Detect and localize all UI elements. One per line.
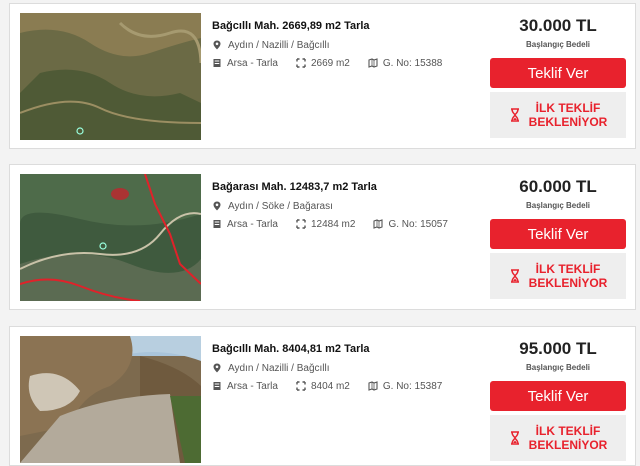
listing-price: 95.000 TL — [519, 339, 597, 358]
parcel-map-icon — [373, 219, 383, 229]
listing-type: Arsa - Tarla — [227, 57, 278, 69]
bid-button[interactable]: Teklif Ver — [490, 58, 626, 88]
listing-card[interactable]: Bağcıllı Mah. 2669,89 m2 Tarla Aydın / N… — [9, 3, 636, 149]
area-arrows-icon — [296, 58, 306, 68]
status-badge: İLK TEKLİF BEKLENİYOR — [490, 415, 626, 461]
hourglass-icon — [509, 108, 521, 122]
price-box: 60.000 TL Başlangıç Bedeli Teklif Ver İL… — [490, 174, 626, 299]
map-pin-icon — [212, 40, 222, 50]
building-icon — [212, 381, 222, 391]
area-arrows-icon — [296, 219, 306, 229]
status-badge: İLK TEKLİF BEKLENİYOR — [490, 92, 626, 138]
listing-area: 8404 m2 — [310, 380, 350, 392]
listing-parcel: G. No: 15057 — [388, 218, 448, 230]
listing-price: 30.000 TL — [519, 16, 597, 35]
area-arrows-icon — [296, 381, 306, 391]
listing-price: 60.000 TL — [519, 177, 597, 196]
status-line-2: BEKLENİYOR — [528, 115, 608, 129]
hourglass-icon — [509, 431, 521, 445]
listing-area: 2669 m2 — [310, 57, 350, 69]
bid-button[interactable]: Teklif Ver — [490, 381, 626, 411]
listing-title[interactable]: Bağarası Mah. 12483,7 m2 Tarla — [212, 181, 482, 193]
listing-type: Arsa - Tarla — [227, 218, 278, 230]
listing-title[interactable]: Bağcıllı Mah. 8404,81 m2 Tarla — [212, 343, 482, 355]
listing-location: Aydın / Nazilli / Bağcıllı — [228, 362, 330, 374]
map-pin-icon — [212, 363, 222, 373]
listing-thumbnail[interactable] — [20, 174, 201, 301]
listing-card[interactable]: Bağcıllı Mah. 8404,81 m2 Tarla Aydın / N… — [9, 326, 636, 466]
listing-card[interactable]: Bağarası Mah. 12483,7 m2 Tarla Aydın / S… — [9, 164, 636, 310]
listing-list: Bağcıllı Mah. 2669,89 m2 Tarla Aydın / N… — [0, 0, 640, 466]
listing-location: Aydın / Söke / Bağarası — [228, 200, 333, 212]
listing-info: Bağcıllı Mah. 8404,81 m2 Tarla Aydın / N… — [212, 343, 482, 393]
building-icon — [212, 58, 222, 68]
listing-parcel: G. No: 15388 — [382, 57, 443, 69]
bid-button[interactable]: Teklif Ver — [490, 219, 626, 249]
status-badge: İLK TEKLİF BEKLENİYOR — [490, 253, 626, 299]
price-label: Başlangıç Bedeli — [525, 201, 591, 210]
parcel-map-icon — [368, 58, 378, 68]
status-line-2: BEKLENİYOR — [528, 276, 608, 290]
listing-parcel: G. No: 15387 — [382, 380, 443, 392]
status-line-1: İLK TEKLİF — [535, 101, 601, 115]
listing-area: 12484 m2 — [310, 218, 356, 230]
price-box: 95.000 TL Başlangıç Bedeli Teklif Ver İL… — [490, 336, 626, 461]
listing-type: Arsa - Tarla — [227, 380, 278, 392]
listing-info: Bağarası Mah. 12483,7 m2 Tarla Aydın / S… — [212, 181, 482, 231]
price-label: Başlangıç Bedeli — [525, 40, 591, 49]
status-line-1: İLK TEKLİF — [535, 262, 601, 276]
listing-thumbnail[interactable] — [20, 336, 201, 463]
listing-location: Aydın / Nazilli / Bağcıllı — [228, 39, 330, 51]
status-line-2: BEKLENİYOR — [528, 438, 608, 452]
listing-info: Bağcıllı Mah. 2669,89 m2 Tarla Aydın / N… — [212, 20, 482, 70]
status-line-1: İLK TEKLİF — [535, 424, 601, 438]
hourglass-icon — [509, 269, 521, 283]
listing-title[interactable]: Bağcıllı Mah. 2669,89 m2 Tarla — [212, 20, 482, 32]
price-label: Başlangıç Bedeli — [525, 363, 591, 372]
building-icon — [212, 219, 222, 229]
parcel-map-icon — [368, 381, 378, 391]
price-box: 30.000 TL Başlangıç Bedeli Teklif Ver İL… — [490, 13, 626, 138]
listing-thumbnail[interactable] — [20, 13, 201, 140]
map-pin-icon — [212, 201, 222, 211]
